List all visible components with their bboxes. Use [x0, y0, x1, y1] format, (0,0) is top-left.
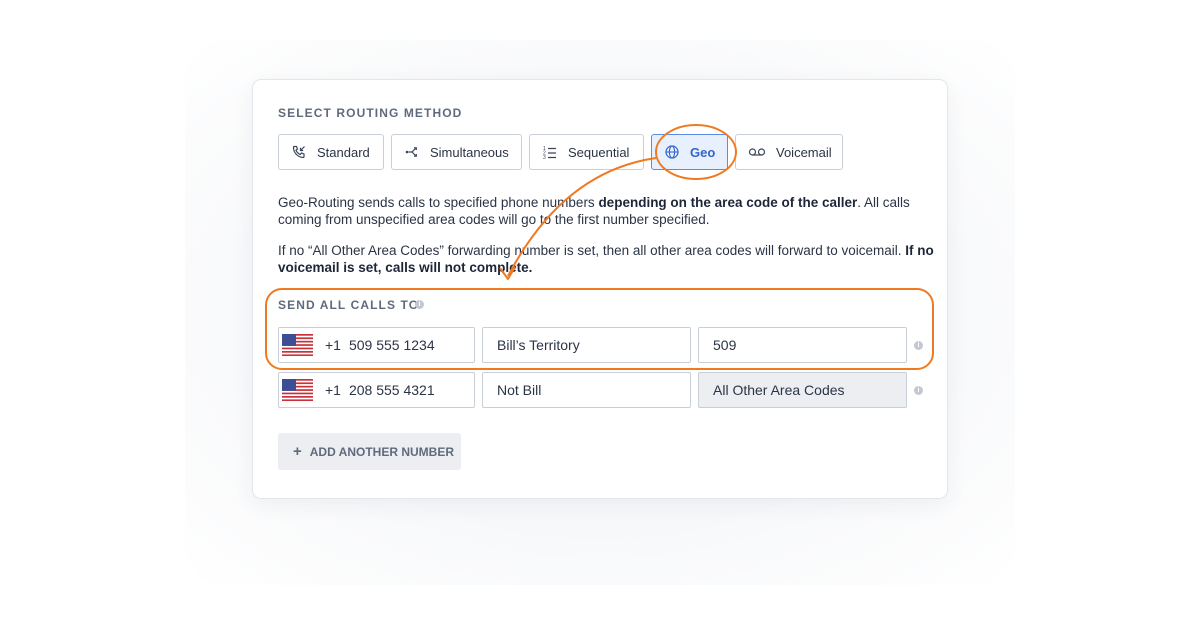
name-value-row-1: Bill’s Territory — [497, 337, 580, 353]
method-simultaneous-button[interactable]: Simultaneous — [391, 134, 522, 170]
method-voicemail-label: Voicemail — [776, 144, 832, 160]
row-2-info-icon[interactable]: i — [914, 386, 923, 395]
country-code-row-1: +1 — [325, 337, 341, 353]
desc1-text: Geo-Routing sends calls to specified pho… — [278, 195, 599, 210]
area-code-value-row-2: All Other Area Codes — [713, 382, 845, 398]
numbered-list-icon: 1 2 3 — [543, 146, 556, 160]
globe-icon — [665, 145, 679, 159]
svg-text:3: 3 — [543, 155, 546, 160]
name-input-row-1[interactable]: Bill’s Territory — [482, 327, 691, 363]
phone-input-row-2[interactable]: +1 208 555 4321 — [278, 372, 475, 408]
area-code-input-row-1[interactable]: 509 — [698, 327, 907, 363]
voicemail-icon — [748, 148, 766, 156]
method-standard-label: Standard — [317, 144, 370, 160]
area-code-value-row-1: 509 — [713, 337, 737, 353]
plus-icon: + — [293, 443, 302, 460]
method-geo-button[interactable]: Geo — [651, 134, 728, 170]
split-arrows-icon — [405, 147, 417, 157]
add-another-number-label: ADD ANOTHER NUMBER — [309, 444, 454, 459]
geo-description-1: Geo-Routing sends calls to specified pho… — [278, 195, 938, 228]
row-1-info-icon[interactable]: i — [914, 341, 923, 350]
geo-description-2: If no “All Other Area Codes” forwarding … — [278, 243, 938, 276]
routing-method-label: SELECT ROUTING METHOD — [278, 106, 463, 120]
phone-input-row-1[interactable]: +1 509 555 1234 — [278, 327, 475, 363]
us-flag-icon — [282, 334, 313, 356]
geo-routing-card: SELECT ROUTING METHOD Standard Simultane… — [252, 79, 948, 499]
phone-number-row-2: 208 555 4321 — [348, 382, 435, 398]
phone-incoming-icon — [292, 145, 305, 159]
desc1-bold: depending on the area code of the caller — [598, 195, 858, 210]
name-input-row-2[interactable]: Not Bill — [482, 372, 691, 408]
phone-number-row-1: 509 555 1234 — [348, 337, 435, 353]
desc2-text: If no “All Other Area Codes” forwarding … — [278, 243, 906, 258]
method-sequential-label: Sequential — [568, 144, 630, 160]
method-standard-button[interactable]: Standard — [278, 134, 384, 170]
area-code-input-row-2: All Other Area Codes — [698, 372, 907, 408]
us-flag-icon — [282, 379, 313, 401]
method-voicemail-button[interactable]: Voicemail — [735, 134, 843, 170]
send-all-info-icon[interactable]: i — [415, 300, 424, 309]
method-sequential-button[interactable]: 1 2 3 Sequential — [529, 134, 644, 170]
send-all-calls-label: SEND ALL CALLS TO — [278, 298, 420, 312]
name-value-row-2: Not Bill — [497, 382, 542, 398]
country-code-row-2: +1 — [325, 382, 341, 398]
method-geo-label: Geo — [690, 144, 716, 160]
add-another-number-button[interactable]: + ADD ANOTHER NUMBER — [278, 433, 461, 470]
method-simultaneous-label: Simultaneous — [430, 144, 509, 160]
